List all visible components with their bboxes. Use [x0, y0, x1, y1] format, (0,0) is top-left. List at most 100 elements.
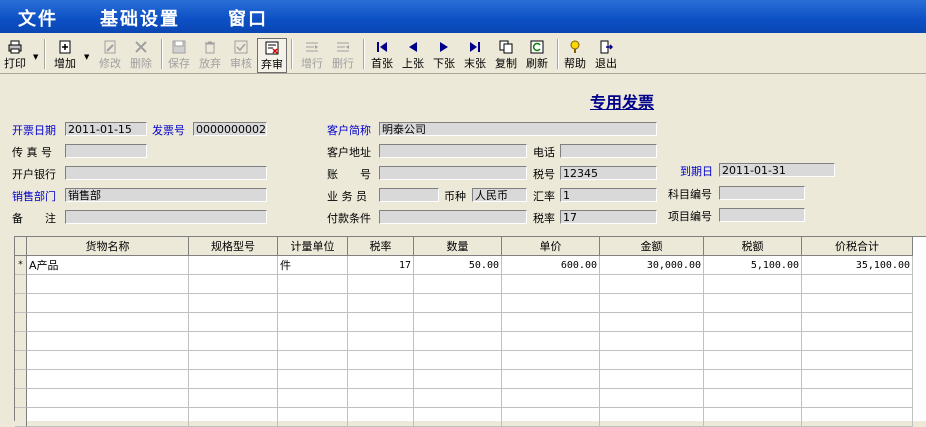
table-cell[interactable] — [600, 389, 704, 408]
currency-field[interactable]: 人民币 — [472, 188, 527, 202]
table-cell[interactable] — [278, 313, 348, 332]
table-cell[interactable] — [502, 332, 600, 351]
table-cell[interactable] — [704, 294, 802, 313]
table-cell[interactable] — [348, 275, 414, 294]
table-cell[interactable] — [27, 332, 189, 351]
table-cell[interactable] — [600, 275, 704, 294]
table-cell[interactable] — [27, 313, 189, 332]
sales-dept-field[interactable]: 销售部 — [65, 188, 267, 202]
column-header[interactable]: 数量 — [414, 237, 502, 256]
invoice-lines-grid[interactable]: 货物名称 规格型号 计量单位 税率 数量 单价 金额 税额 价税合计 * A产品 件 17 50.00 60… — [14, 236, 926, 427]
table-cell[interactable] — [600, 332, 704, 351]
table-cell[interactable] — [348, 370, 414, 389]
column-header[interactable]: 规格型号 — [189, 237, 278, 256]
customer-addr-field[interactable] — [379, 144, 527, 158]
unreview-button[interactable]: 弃审 — [257, 38, 287, 73]
table-cell[interactable] — [600, 351, 704, 370]
table-cell[interactable] — [27, 275, 189, 294]
table-cell[interactable] — [704, 370, 802, 389]
table-cell[interactable] — [414, 294, 502, 313]
column-header[interactable]: 金额 — [600, 237, 704, 256]
invoice-no-field[interactable]: 0000000002 — [193, 122, 267, 136]
subject-code-field[interactable] — [719, 186, 805, 200]
row-indicator[interactable]: * — [15, 256, 27, 275]
table-cell[interactable] — [704, 389, 802, 408]
add-button[interactable]: 增加 — [52, 38, 78, 71]
table-cell[interactable] — [802, 313, 913, 332]
table-cell[interactable] — [189, 275, 278, 294]
table-cell[interactable] — [189, 408, 278, 427]
fax-field[interactable] — [65, 144, 147, 158]
column-header[interactable]: 货物名称 — [27, 237, 189, 256]
table-cell[interactable] — [802, 408, 913, 427]
due-date-field[interactable]: 2011-01-31 — [719, 163, 835, 177]
salesperson-field[interactable] — [379, 188, 439, 202]
table-cell[interactable] — [414, 351, 502, 370]
menu-basic-settings[interactable]: 基础设置 — [100, 5, 180, 31]
table-cell[interactable]: A产品 — [27, 256, 189, 275]
save-button[interactable]: 保存 — [166, 38, 192, 71]
table-cell[interactable] — [704, 351, 802, 370]
row-indicator[interactable] — [15, 275, 27, 294]
table-cell[interactable] — [802, 332, 913, 351]
row-indicator[interactable] — [15, 294, 27, 313]
prev-button[interactable]: 上张 — [400, 38, 426, 71]
table-cell[interactable] — [414, 332, 502, 351]
table-cell[interactable] — [802, 294, 913, 313]
table-cell[interactable] — [502, 294, 600, 313]
table-cell[interactable] — [278, 351, 348, 370]
edit-button[interactable]: 修改 — [97, 38, 123, 71]
table-cell[interactable]: 50.00 — [414, 256, 502, 275]
next-button[interactable]: 下张 — [431, 38, 457, 71]
menu-window[interactable]: 窗口 — [228, 5, 268, 31]
table-cell[interactable] — [802, 351, 913, 370]
table-cell[interactable] — [802, 275, 913, 294]
table-cell[interactable] — [502, 370, 600, 389]
table-cell[interactable] — [348, 408, 414, 427]
print-dropdown-arrow[interactable]: ▼ — [33, 53, 38, 61]
table-cell[interactable] — [414, 389, 502, 408]
add-row-button[interactable]: 增行 — [299, 38, 325, 71]
delete-button[interactable]: 删除 — [128, 38, 154, 71]
menu-file[interactable]: 文件 — [18, 5, 58, 31]
discard-button[interactable]: 放弃 — [197, 38, 223, 71]
column-header[interactable]: 税率 — [348, 237, 414, 256]
add-dropdown-arrow[interactable]: ▼ — [84, 53, 89, 61]
table-cell[interactable] — [189, 294, 278, 313]
table-cell[interactable] — [502, 389, 600, 408]
table-cell[interactable] — [189, 256, 278, 275]
payment-terms-field[interactable] — [379, 210, 527, 224]
column-header[interactable]: 计量单位 — [278, 237, 348, 256]
table-cell[interactable] — [348, 351, 414, 370]
table-cell[interactable] — [704, 275, 802, 294]
table-cell[interactable] — [189, 313, 278, 332]
table-cell[interactable] — [414, 408, 502, 427]
table-cell[interactable] — [278, 389, 348, 408]
table-cell[interactable] — [27, 370, 189, 389]
copy-button[interactable]: 复制 — [493, 38, 519, 71]
project-code-field[interactable] — [719, 208, 805, 222]
row-indicator[interactable] — [15, 389, 27, 408]
column-header[interactable]: 单价 — [502, 237, 600, 256]
table-cell[interactable] — [600, 408, 704, 427]
bank-field[interactable] — [65, 166, 267, 180]
review-button[interactable]: 审核 — [228, 38, 254, 71]
customer-short-field[interactable]: 明泰公司 — [379, 122, 657, 136]
table-cell[interactable] — [414, 275, 502, 294]
table-cell[interactable]: 17 — [348, 256, 414, 275]
table-cell[interactable] — [600, 370, 704, 389]
table-cell[interactable] — [348, 313, 414, 332]
refresh-button[interactable]: 刷新 — [524, 38, 550, 71]
column-header[interactable]: 价税合计 — [802, 237, 913, 256]
delete-row-button[interactable]: 删行 — [330, 38, 356, 71]
table-cell[interactable] — [802, 370, 913, 389]
row-indicator[interactable] — [15, 332, 27, 351]
table-cell[interactable] — [27, 408, 189, 427]
row-indicator[interactable] — [15, 408, 27, 427]
table-cell[interactable]: 35,100.00 — [802, 256, 913, 275]
table-cell[interactable] — [414, 370, 502, 389]
table-cell[interactable] — [348, 332, 414, 351]
phone-field[interactable] — [560, 144, 657, 158]
tax-rate-field[interactable]: 17 — [560, 210, 657, 224]
table-cell[interactable] — [600, 294, 704, 313]
